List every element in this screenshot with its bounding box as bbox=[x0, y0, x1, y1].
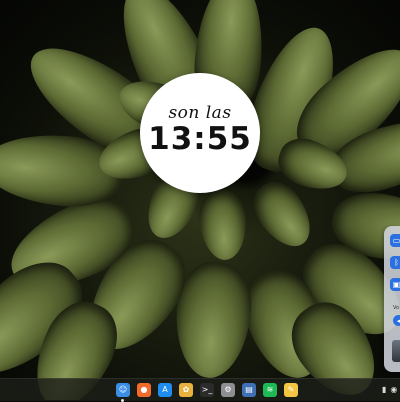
dock-item-notes[interactable]: ✎ bbox=[284, 383, 298, 397]
photos-icon: ✿ bbox=[182, 385, 190, 394]
wallpaper-petal bbox=[197, 188, 249, 262]
bluetooth-toggle-button[interactable]: ᛒ bbox=[390, 256, 400, 269]
volume-section-label: Vo bbox=[393, 305, 400, 311]
finder-icon: ☺ bbox=[118, 385, 128, 394]
dock-item-terminal[interactable]: >_ bbox=[200, 383, 214, 397]
wifi-icon: ▭ bbox=[392, 235, 400, 245]
settings-icon: ⚙ bbox=[224, 385, 232, 394]
remote-desktop-icon: ▤ bbox=[245, 385, 253, 394]
display-icon: ▣ bbox=[392, 279, 400, 289]
system-tray: ▮ ◉ bbox=[382, 382, 397, 398]
microphone-icon[interactable]: ▮ bbox=[382, 386, 386, 394]
dock: ☺ ● A ✿ >_ ⚙ ▤ ≋ ✎ ▮ ◉ bbox=[0, 378, 400, 402]
clock-widget: son las 13:55 bbox=[140, 73, 260, 193]
quick-settings-panel: ▭ ᛒ ▣ Vo ◂ bbox=[384, 226, 400, 372]
dock-item-app-store[interactable]: A bbox=[158, 383, 172, 397]
volume-slider[interactable]: ◂ bbox=[393, 315, 400, 326]
clock-caption: son las bbox=[168, 103, 232, 123]
spotify-icon: ≋ bbox=[266, 385, 274, 394]
terminal-icon: >_ bbox=[201, 385, 213, 394]
media-thumbnail[interactable] bbox=[392, 340, 400, 362]
dock-item-firefox[interactable]: ● bbox=[137, 383, 151, 397]
desktop-wallpaper bbox=[0, 0, 400, 400]
dock-item-finder[interactable]: ☺ bbox=[116, 383, 130, 402]
firefox-icon: ● bbox=[140, 385, 148, 394]
app-store-icon: A bbox=[162, 385, 168, 394]
clock-time: 13:55 bbox=[148, 121, 252, 157]
dock-apps: ☺ ● A ✿ >_ ⚙ ▤ ≋ ✎ bbox=[116, 382, 298, 402]
power-icon[interactable]: ◉ bbox=[390, 386, 397, 394]
dock-item-photos[interactable]: ✿ bbox=[179, 383, 193, 397]
wifi-toggle-button[interactable]: ▭ bbox=[390, 234, 400, 247]
dock-item-remote-desktop[interactable]: ▤ bbox=[242, 383, 256, 397]
display-toggle-button[interactable]: ▣ bbox=[390, 278, 400, 291]
dock-item-spotify[interactable]: ≋ bbox=[263, 383, 277, 397]
dock-item-settings[interactable]: ⚙ bbox=[221, 383, 235, 397]
bluetooth-icon: ᛒ bbox=[394, 257, 399, 267]
notes-icon: ✎ bbox=[287, 385, 295, 394]
